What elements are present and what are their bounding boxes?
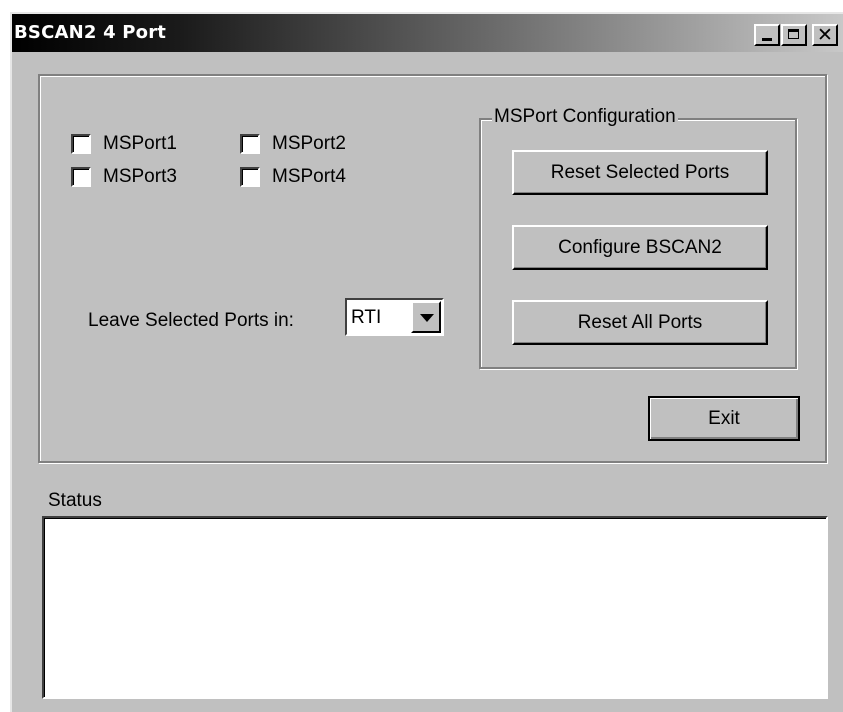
reset-all-ports-button[interactable]: Reset All Ports (512, 300, 768, 345)
dropdown-button[interactable] (411, 301, 441, 333)
leave-ports-label: Leave Selected Ports in: (88, 310, 294, 331)
leave-ports-value: RTI (351, 307, 382, 328)
window-title: BSCAN2 4 Port (14, 22, 167, 43)
app-window: BSCAN2 4 Port ✕ MSPort1 MSPort2 MSPort3 … (10, 12, 843, 712)
main-group-box: MSPort1 MSPort2 MSPort3 MSPort4 Leave Se… (38, 74, 827, 463)
checkbox-box[interactable] (71, 134, 91, 154)
checkbox-msport2[interactable]: MSPort2 (240, 133, 346, 155)
checkbox-msport3[interactable]: MSPort3 (71, 166, 177, 188)
maximize-button[interactable] (781, 24, 807, 46)
checkbox-label: MSPort1 (103, 133, 177, 154)
msport-configuration-group: Reset Selected Ports Configure BSCAN2 Re… (479, 118, 797, 369)
checkbox-msport4[interactable]: MSPort4 (240, 166, 346, 188)
minimize-button[interactable] (754, 24, 780, 46)
close-button[interactable]: ✕ (812, 24, 838, 46)
checkbox-label: MSPort2 (272, 133, 346, 154)
chevron-down-icon (420, 314, 434, 322)
status-label: Status (48, 490, 102, 512)
checkbox-msport1[interactable]: MSPort1 (71, 133, 177, 155)
checkbox-box[interactable] (240, 167, 260, 187)
checkbox-label: MSPort3 (103, 166, 177, 187)
minimize-icon (762, 38, 772, 41)
maximize-icon (788, 29, 799, 39)
close-icon: ✕ (817, 24, 833, 46)
title-bar[interactable]: BSCAN2 4 Port ✕ (12, 14, 843, 52)
reset-selected-ports-button[interactable]: Reset Selected Ports (512, 150, 768, 195)
exit-button[interactable]: Exit (648, 396, 800, 441)
leave-ports-select[interactable]: RTI (345, 298, 444, 336)
configure-bscan2-button[interactable]: Configure BSCAN2 (512, 225, 768, 270)
msport-configuration-legend: MSPort Configuration (492, 106, 678, 128)
checkbox-box[interactable] (71, 167, 91, 187)
status-output[interactable] (42, 516, 828, 699)
checkbox-label: MSPort4 (272, 166, 346, 187)
checkbox-box[interactable] (240, 134, 260, 154)
